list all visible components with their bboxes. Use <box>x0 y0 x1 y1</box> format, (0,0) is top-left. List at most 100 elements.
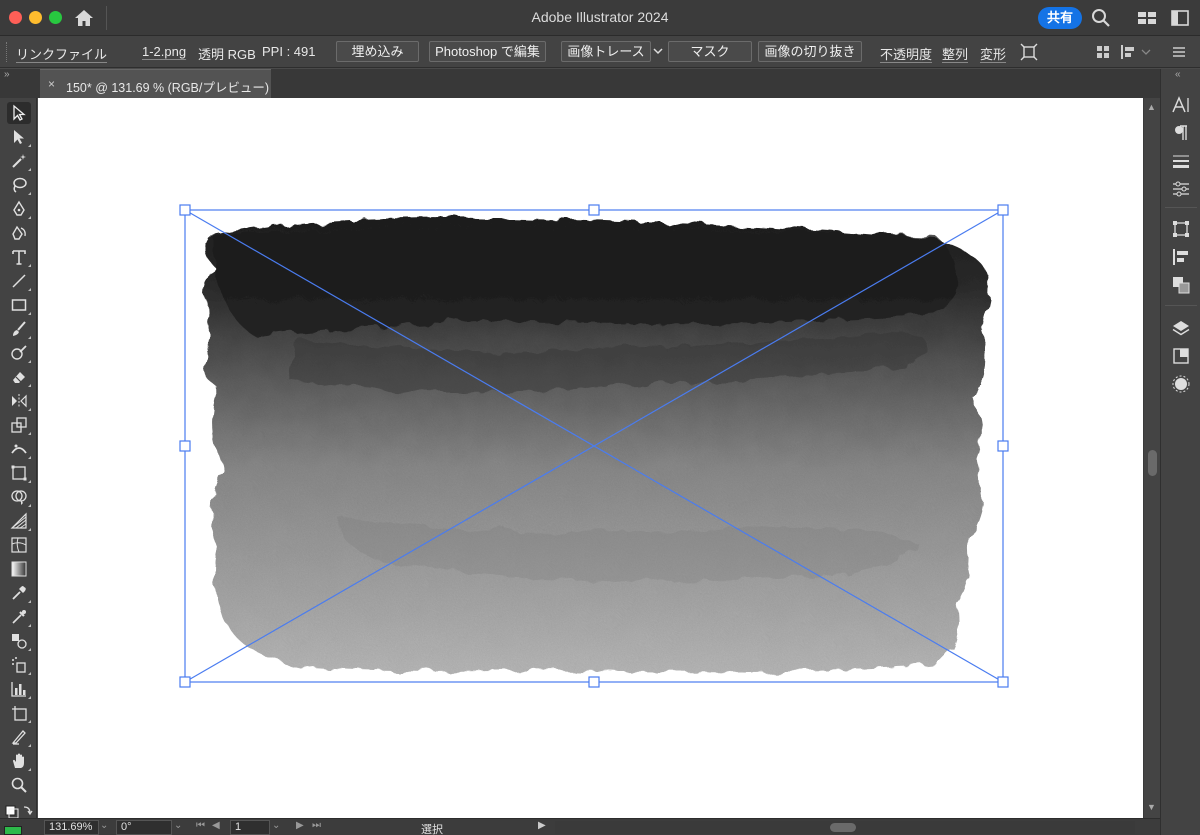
selection-tool-icon[interactable] <box>7 102 31 124</box>
opacity-link[interactable]: 不透明度 <box>880 44 932 63</box>
search-icon[interactable] <box>1091 8 1111 28</box>
scale-tool-icon[interactable] <box>7 414 31 436</box>
zoom-tool-icon[interactable] <box>7 774 31 796</box>
fill-color-swatch[interactable] <box>4 826 22 835</box>
next-artboard-icon[interactable]: ▶ <box>296 820 304 831</box>
resize-handle-bottom-right <box>997 676 1009 688</box>
rotate-tool-icon[interactable] <box>7 390 31 412</box>
align-panel-icon[interactable] <box>1171 247 1191 267</box>
dock-separator <box>1165 207 1197 208</box>
transform-link[interactable]: 変形 <box>980 44 1006 63</box>
document-tab-bar: » × 150* @ 131.69 % (RGB/プレビュー) <box>0 69 1160 98</box>
mask-button[interactable]: マスク <box>668 41 752 62</box>
gradient-tool-icon[interactable] <box>7 558 31 580</box>
vertical-scroll-thumb[interactable] <box>1148 450 1157 476</box>
hand-tool-icon[interactable] <box>7 750 31 772</box>
artboard-canvas[interactable] <box>38 98 1143 818</box>
libraries-panel-icon[interactable] <box>1171 346 1191 366</box>
artboard-tool-icon[interactable] <box>7 702 31 724</box>
pen-tool-icon[interactable] <box>7 198 31 220</box>
perspective-grid-tool-icon[interactable] <box>7 510 31 532</box>
align-options-icon[interactable] <box>1119 43 1137 61</box>
curvature-tool-icon[interactable] <box>7 222 31 244</box>
chevron-down-icon[interactable]: ⌄ <box>100 820 108 831</box>
first-artboard-icon[interactable]: ⏮ <box>196 820 205 831</box>
expand-panels-icon[interactable]: « <box>1175 69 1181 80</box>
zoom-level-field[interactable]: 131.69% <box>44 820 99 835</box>
image-trace-button[interactable]: 画像トレース <box>561 41 651 62</box>
artboard-number-field[interactable]: 1 <box>230 820 270 835</box>
lasso-tool-icon[interactable] <box>7 174 31 196</box>
last-artboard-icon[interactable]: ⏭ <box>312 820 321 831</box>
chevron-down-icon[interactable] <box>651 44 665 58</box>
close-tab-icon[interactable]: × <box>48 77 55 91</box>
resize-handle-top-right <box>997 204 1009 216</box>
file-name-link[interactable]: 1-2.png <box>142 44 186 59</box>
tools-panel <box>0 98 37 821</box>
shape-builder-tool-icon[interactable] <box>7 486 31 508</box>
control-bar: リンクファイル 1-2.png 透明 RGB PPI : 491 埋め込み Ph… <box>0 36 1200 68</box>
panel-toggle-icon[interactable] <box>1170 8 1190 28</box>
panel-dock: « <box>1160 69 1200 835</box>
previous-artboard-icon[interactable]: ◀ <box>212 820 220 831</box>
status-bar: 131.69% ⌄ 0° ⌄ ⏮ ◀ 1 ⌄ ▶ ⏭ 選択 ▶ <box>0 818 1160 835</box>
horizontal-scrollbar[interactable] <box>555 821 1135 834</box>
crop-image-button[interactable]: 画像の切り抜き <box>758 41 862 62</box>
align-link[interactable]: 整列 <box>942 44 968 63</box>
symbol-sprayer-tool-icon[interactable] <box>7 654 31 676</box>
width-tool-icon[interactable] <box>7 438 31 460</box>
rotation-field[interactable]: 0° <box>116 820 172 835</box>
free-transform-tool-icon[interactable] <box>7 462 31 484</box>
transform-panel-icon[interactable] <box>1171 219 1191 239</box>
direct-selection-tool-icon[interactable] <box>7 126 31 148</box>
collapse-toolbar-icon[interactable]: » <box>4 69 10 80</box>
eyedropper-tool-icon[interactable] <box>7 582 31 604</box>
edit-in-photoshop-button[interactable]: Photoshop で編集 <box>429 41 546 62</box>
paintbrush-tool-icon[interactable] <box>7 318 31 340</box>
layers-panel-icon[interactable] <box>1171 318 1191 338</box>
resize-handle-left <box>179 440 191 452</box>
resize-handle-top-left <box>179 204 191 216</box>
workspace-switcher-icon[interactable] <box>1137 8 1157 28</box>
eraser-tool-icon[interactable] <box>7 366 31 388</box>
horizontal-scroll-thumb[interactable] <box>830 823 856 832</box>
pathfinder-panel-icon[interactable] <box>1171 275 1191 295</box>
scroll-up-icon[interactable]: ▲ <box>1147 102 1156 112</box>
chevron-down-icon[interactable]: ⌄ <box>174 820 182 831</box>
vertical-scrollbar[interactable]: ▲ ▼ <box>1143 98 1160 818</box>
arrange-documents-icon[interactable] <box>1094 43 1112 61</box>
type-tool-icon[interactable] <box>7 246 31 268</box>
isolate-object-icon[interactable] <box>1020 43 1038 61</box>
control-bar-menu-icon[interactable] <box>1170 43 1188 61</box>
measure-tool-icon[interactable] <box>7 606 31 628</box>
stroke-panel-icon[interactable] <box>1171 151 1191 171</box>
column-graph-tool-icon[interactable] <box>7 678 31 700</box>
rectangle-tool-icon[interactable] <box>7 294 31 316</box>
shaper-tool-icon[interactable] <box>7 342 31 364</box>
placed-image[interactable] <box>38 98 1143 818</box>
chevron-down-icon[interactable]: ⌄ <box>272 820 280 831</box>
scroll-down-icon[interactable]: ▼ <box>1147 802 1156 812</box>
title-bar: Adobe Illustrator 2024 共有 <box>0 0 1200 36</box>
line-segment-tool-icon[interactable] <box>7 270 31 292</box>
dock-separator <box>1165 305 1197 306</box>
character-panel-icon[interactable] <box>1171 95 1191 115</box>
document-tab[interactable]: × 150* @ 131.69 % (RGB/プレビュー) <box>40 69 271 98</box>
blend-tool-icon[interactable] <box>7 630 31 652</box>
embed-button[interactable]: 埋め込み <box>336 41 419 62</box>
color-mode-info: 透明 RGB <box>198 47 256 62</box>
mesh-tool-icon[interactable] <box>7 534 31 556</box>
resize-handle-bottom-left <box>179 676 191 688</box>
linked-file-link[interactable]: リンクファイル <box>16 44 107 63</box>
chevron-down-icon[interactable] <box>1140 46 1152 58</box>
share-button[interactable]: 共有 <box>1038 7 1082 29</box>
properties-panel-icon[interactable] <box>1171 179 1191 199</box>
control-bar-grip[interactable] <box>6 42 8 62</box>
illustrator-window: Adobe Illustrator 2024 共有 リンクファイル 1-2.pn… <box>0 0 1200 835</box>
document-tab-label: 150* @ 131.69 % (RGB/プレビュー) <box>66 81 270 95</box>
paragraph-panel-icon[interactable] <box>1171 123 1191 143</box>
appearance-panel-icon[interactable] <box>1171 374 1191 394</box>
status-menu-icon[interactable]: ▶ <box>538 820 546 831</box>
magic-wand-tool-icon[interactable] <box>7 150 31 172</box>
slice-tool-icon[interactable] <box>7 726 31 748</box>
